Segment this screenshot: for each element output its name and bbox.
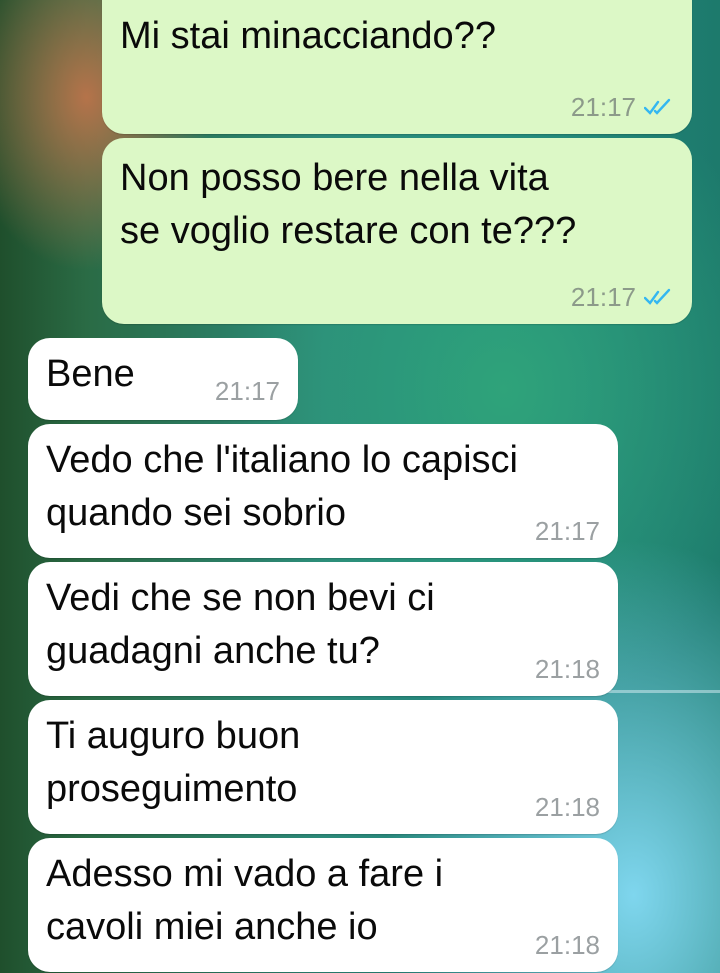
message-time: 21:18: [534, 930, 600, 960]
message-meta: 21:17: [571, 282, 674, 312]
incoming-message[interactable]: Vedi che se non bevi ci guadagni anche t…: [28, 562, 618, 696]
message-time: 21:17: [214, 376, 280, 406]
message-meta: 21:17: [571, 92, 674, 122]
message-text: Adesso mi vado a fare i cavoli miei anch…: [46, 853, 444, 948]
outgoing-message[interactable]: Non posso bere nella vita se voglio rest…: [102, 138, 692, 324]
message-text: Non posso bere nella vita se voglio rest…: [120, 157, 577, 252]
message-time: 21:17: [570, 92, 636, 122]
message-text: Ti auguro buon proseguimento: [46, 715, 301, 810]
message-meta: 21:18: [535, 930, 600, 960]
incoming-message[interactable]: Ti auguro buon proseguimento 21:18: [28, 700, 618, 834]
message-list[interactable]: Mi stai minacciando?? 21:17 Non posso be…: [0, 0, 720, 973]
message-text: Vedo che l'italiano lo capisci quando se…: [46, 439, 518, 534]
message-time: 21:18: [534, 792, 600, 822]
double-check-icon: [644, 98, 671, 115]
incoming-message[interactable]: Bene 21:17: [28, 338, 298, 420]
message-meta: 21:18: [535, 654, 600, 684]
double-check-icon: [644, 288, 671, 305]
message-time: 21:17: [534, 516, 600, 546]
message-text: Mi stai minacciando??: [120, 15, 496, 57]
incoming-message[interactable]: Vedo che l'italiano lo capisci quando se…: [28, 424, 618, 558]
incoming-message[interactable]: Adesso mi vado a fare i cavoli miei anch…: [28, 838, 618, 972]
message-meta: 21:17: [535, 516, 600, 546]
message-meta: 21:18: [535, 792, 600, 822]
message-meta: 21:17: [215, 376, 280, 406]
outgoing-message[interactable]: Mi stai minacciando?? 21:17: [102, 0, 692, 134]
message-text: Vedi che se non bevi ci guadagni anche t…: [46, 577, 435, 672]
message-time: 21:17: [570, 282, 636, 312]
message-time: 21:18: [534, 654, 600, 684]
